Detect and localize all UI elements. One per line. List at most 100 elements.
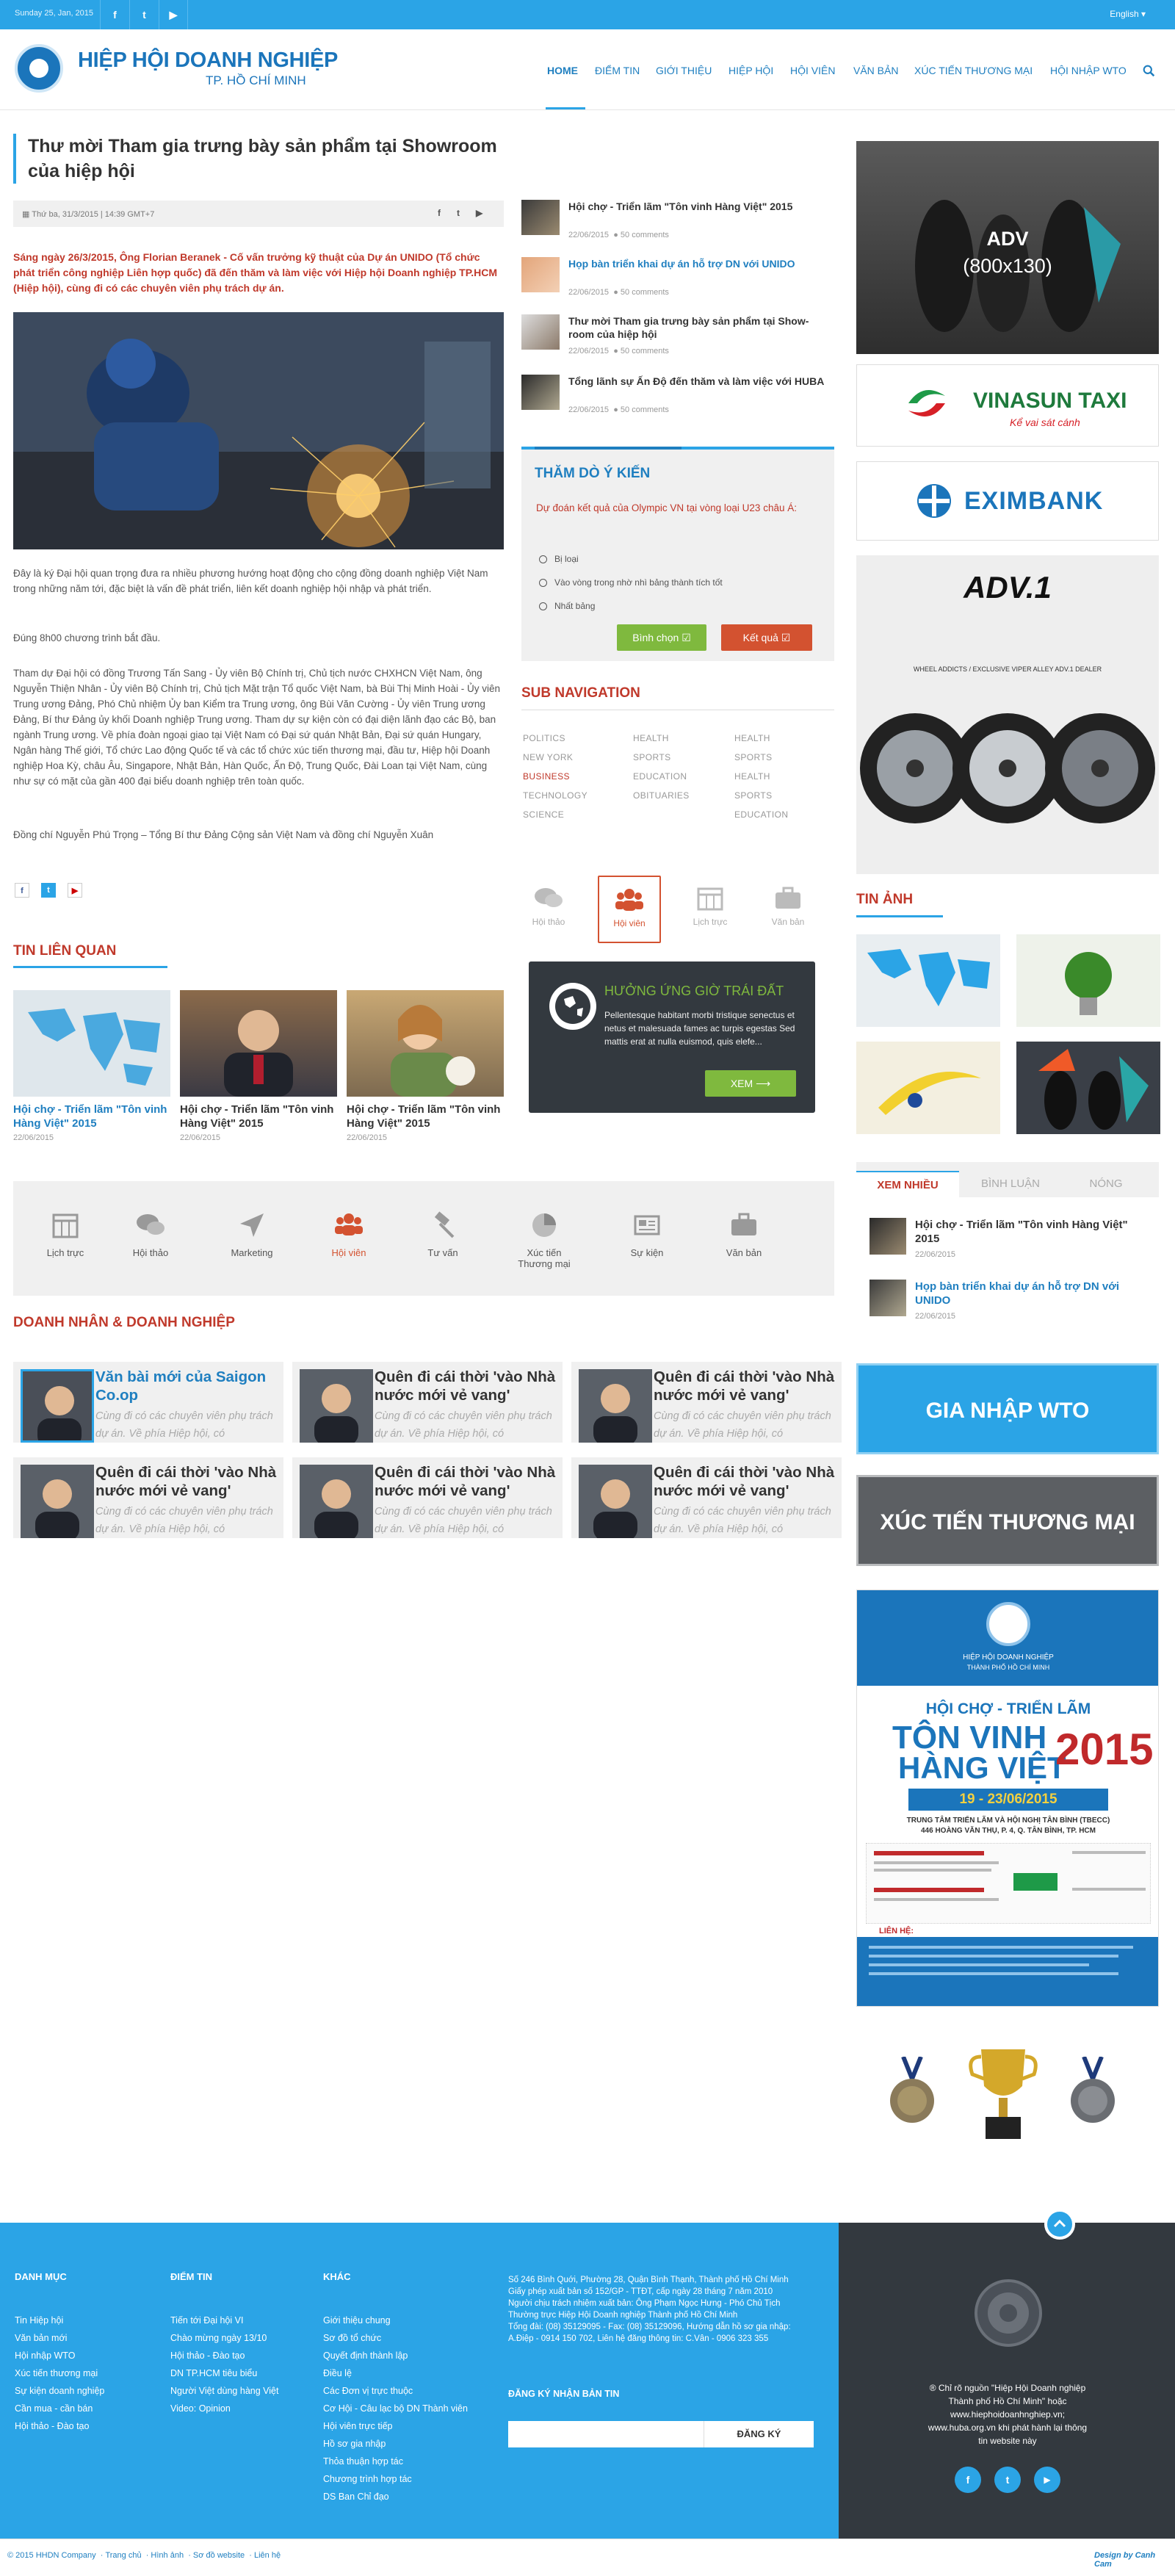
subnav-link[interactable]: EDUCATION [734, 809, 788, 820]
footer-link[interactable]: Giới thiệu chung [323, 2315, 391, 2326]
footer-link[interactable]: Cơ Hội - Câu lạc bộ DN Thành viên [323, 2403, 468, 2414]
service-marketing[interactable]: Marketing [219, 1211, 285, 1258]
twitter-share-icon[interactable]: t [41, 883, 56, 898]
footer-link[interactable]: Hồ sơ gia nhập [323, 2439, 386, 2449]
subnav-link[interactable]: HEALTH [734, 771, 770, 782]
nav-diem-tin[interactable]: ĐIỂM TIN [595, 65, 640, 76]
language-switcher[interactable]: English ▾ [1110, 9, 1146, 19]
service-tu-van[interactable]: Tư vấn [410, 1211, 476, 1258]
list-item[interactable]: Thư mời Tham gia trưng bày sản phẩm tại … [521, 314, 837, 366]
footer-link[interactable]: DN TP.HCM tiêu biểu [170, 2368, 257, 2378]
news-title[interactable]: Thư mời Tham gia trưng bày sản phẩm tại … [568, 314, 825, 341]
nav-home[interactable]: HOME [547, 65, 578, 76]
poll-option[interactable]: Bị loại [539, 554, 579, 564]
youtube-share-icon[interactable]: ▶ [476, 208, 482, 218]
view-more-button[interactable]: XEM ⟶ [705, 1070, 796, 1097]
gallery-photo-lightbulb[interactable] [1016, 934, 1160, 1027]
news-title[interactable]: Tổng lãnh sự Ấn Độ đến thăm và làm việc … [568, 375, 825, 388]
hang-viet-fair-banner[interactable]: HIỆP HỘI DOANH NGHIỆP THÀNH PHỐ HỒ CHÍ M… [856, 1590, 1159, 2007]
business-card[interactable]: Văn bài mới của Saigon Co.op Cùng đi có … [13, 1362, 283, 1443]
radio-button[interactable] [539, 602, 547, 611]
service-hoi-vien[interactable]: Hội viên [316, 1211, 382, 1258]
business-title[interactable]: Quên đi cái thời 'vào Nhà nước mới vẻ va… [654, 1463, 837, 1500]
subnav-link[interactable]: EDUCATION [633, 771, 687, 782]
facebook-icon[interactable]: f [100, 0, 129, 29]
related-title[interactable]: Hội chợ - Triển lãm "Tôn vinh Hàng Việt"… [13, 1103, 170, 1130]
nav-hoi-vien[interactable]: HỘI VIÊN [790, 65, 835, 76]
facebook-icon[interactable]: f [955, 2467, 981, 2493]
subnav-link[interactable]: SPORTS [734, 790, 773, 801]
footer-link[interactable]: Tin Hiệp hội [15, 2315, 63, 2326]
subnav-link[interactable]: BUSINESS [523, 771, 570, 782]
related-card[interactable]: Hội chợ - Triển lãm "Tôn vinh Hàng Việt"… [347, 990, 504, 1152]
adv1-wheels-ad[interactable]: ADV.1 WHEEL ADDICTS / EXCLUSIVE VIPER AL… [856, 555, 1159, 874]
business-title[interactable]: Văn bài mới của Saigon Co.op [95, 1368, 279, 1404]
subnav-link[interactable]: SCIENCE [523, 809, 564, 820]
ad-banner[interactable]: ADV (800x130) [856, 141, 1159, 354]
business-title[interactable]: Quên đi cái thời 'vào Nhà nước mới vẻ va… [654, 1368, 837, 1404]
business-card[interactable]: Quên đi cái thời 'vào Nhà nước mới vẻ va… [13, 1457, 283, 1538]
related-card[interactable]: Hội chợ - Triển lãm "Tôn vinh Hàng Việt"… [180, 990, 337, 1152]
footer-link[interactable]: Người Việt dùng hàng Việt [170, 2386, 278, 2396]
business-card[interactable]: Quên đi cái thời 'vào Nhà nước mới vẻ va… [292, 1362, 563, 1443]
subnav-link[interactable]: SPORTS [633, 752, 671, 762]
subnav-link[interactable]: HEALTH [734, 733, 770, 743]
news-title[interactable]: Họp bàn triển khai dự án hỗ trợ DN với U… [568, 257, 825, 270]
footer-link[interactable]: Hội thảo - Đào tạo [15, 2421, 89, 2431]
tab-hoi-vien[interactable]: Hội viên [598, 876, 661, 943]
radio-button[interactable] [539, 555, 547, 564]
list-item[interactable]: Hội chợ - Triển lãm "Tôn vinh Hàng Việt"… [870, 1218, 1149, 1269]
footer-link[interactable]: Hội viên trực tiếp [323, 2421, 393, 2431]
vote-button[interactable]: Bình chọn ☑ [617, 624, 706, 651]
logo-title[interactable]: HIỆP HỘI DOANH NGHIỆP [78, 48, 338, 73]
trade-promotion-button[interactable]: XÚC TIẾN THƯƠNG MẠI [856, 1475, 1159, 1566]
footer-link[interactable]: Chương trình hợp tác [323, 2474, 412, 2484]
twitter-icon[interactable]: t [994, 2467, 1021, 2493]
subnav-link[interactable]: HEALTH [633, 733, 669, 743]
nav-xuc-tien-thuong-mai[interactable]: XÚC TIẾN THƯƠNG MẠI [914, 65, 1033, 76]
footer-link[interactable]: Sơ đồ tổ chức [323, 2333, 381, 2343]
service-hoi-thao[interactable]: Hội thảo [118, 1211, 184, 1258]
business-card[interactable]: Quên đi cái thời 'vào Nhà nước mới vẻ va… [292, 1457, 563, 1538]
subnav-link[interactable]: SPORTS [734, 752, 773, 762]
join-wto-button[interactable]: GIA NHẬP WTO [856, 1363, 1159, 1454]
results-button[interactable]: Kết quả ☑ [721, 624, 812, 651]
footer-link[interactable]: Thỏa thuận hợp tác [323, 2456, 403, 2467]
bottom-link-sitemap[interactable]: Sơ đồ website [193, 2551, 245, 2560]
list-item[interactable]: Họp bàn triển khai dự án hỗ trợ DN với U… [521, 257, 837, 309]
subnav-link[interactable]: NEW YORK [523, 752, 573, 762]
newsletter-email-input[interactable] [508, 2421, 704, 2447]
logo-emblem[interactable] [15, 44, 63, 93]
footer-link[interactable]: Các Đơn vị trực thuộc [323, 2386, 413, 2396]
poll-option[interactable]: Nhất bảng [539, 601, 595, 611]
tab-nong[interactable]: NÓNG [1062, 1171, 1150, 1197]
tab-hoi-thao[interactable]: Hội thảo [517, 876, 580, 943]
related-card[interactable]: Hội chợ - Triển lãm "Tôn vinh Hàng Việt"… [13, 990, 170, 1152]
gallery-photo-penguins[interactable] [1016, 1042, 1160, 1134]
footer-link[interactable]: Hội thảo - Đào tạo [170, 2350, 245, 2361]
service-su-kien[interactable]: Sự kiện [614, 1211, 680, 1258]
business-title[interactable]: Quên đi cái thời 'vào Nhà nước mới vẻ va… [375, 1368, 558, 1404]
nav-hiep-hoi[interactable]: HIỆP HỘI [728, 65, 773, 76]
list-item[interactable]: Họp bàn triển khai dự án hỗ trợ DN với U… [870, 1280, 1149, 1331]
service-xuc-tien-thuong-mai[interactable]: Xúc tiến Thương mại [511, 1211, 577, 1269]
twitter-icon[interactable]: t [129, 0, 159, 29]
twitter-share-icon[interactable]: t [457, 208, 460, 218]
footer-link[interactable]: Xúc tiến thương mại [15, 2368, 98, 2378]
nav-gioi-thieu[interactable]: GIỚI THIỆU [656, 65, 712, 76]
tab-lich-truc[interactable]: Lịch trực [679, 876, 742, 943]
business-card[interactable]: Quên đi cái thời 'vào Nhà nước mới vẻ va… [571, 1362, 842, 1443]
footer-link[interactable]: Chào mừng ngày 13/10 [170, 2333, 267, 2343]
service-lich-truc[interactable]: Lịch trực [32, 1211, 98, 1258]
youtube-icon[interactable]: ▶ [159, 0, 188, 29]
footer-link[interactable]: Cần mua - cần bán [15, 2403, 93, 2414]
search-icon[interactable] [1143, 65, 1155, 77]
footer-link[interactable]: Hội nhập WTO [15, 2350, 75, 2361]
gallery-photo-world-map[interactable] [856, 934, 1000, 1027]
footer-link[interactable]: DS Ban Chỉ đạo [323, 2492, 389, 2502]
bottom-link-home[interactable]: Trang chủ [105, 2551, 141, 2560]
business-card[interactable]: Quên đi cái thời 'vào Nhà nước mới vẻ va… [571, 1457, 842, 1538]
footer-link[interactable]: Quyết định thành lập [323, 2350, 408, 2361]
tab-van-ban[interactable]: Văn bản [756, 876, 820, 943]
nav-van-ban[interactable]: VĂN BẢN [853, 65, 898, 76]
